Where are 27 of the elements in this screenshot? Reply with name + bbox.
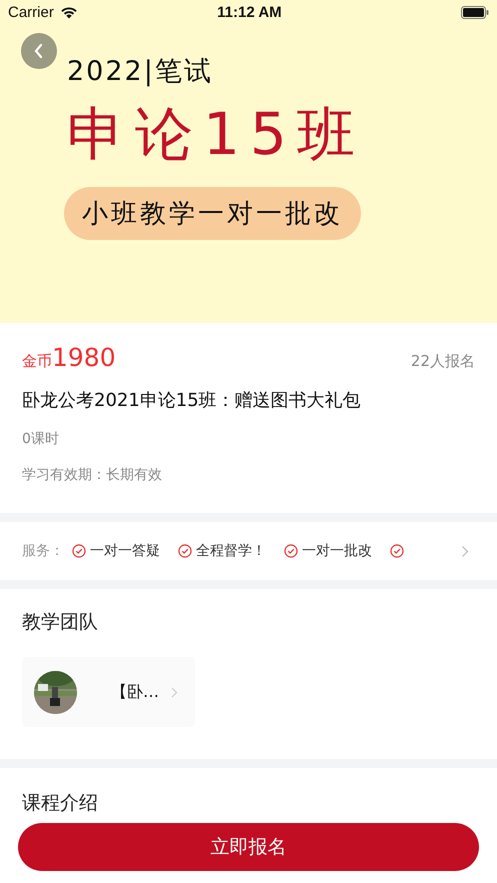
back-button[interactable] [21, 33, 57, 69]
section-title: 教学团队 [22, 610, 99, 635]
back-icon [33, 43, 45, 59]
services-label: 服务： [22, 542, 64, 560]
teacher-card[interactable]: 【卧… [22, 657, 195, 727]
banner-tagline: 小班教学一对一批改 [64, 186, 361, 240]
chevron-right-icon [171, 686, 178, 698]
banner-subtitle: 2022|笔试 [67, 55, 214, 89]
banner-title: 申论15班 [67, 103, 366, 167]
lesson-count: 0课时 [22, 430, 60, 448]
chevron-right-icon[interactable] [461, 544, 469, 558]
course-title: 卧龙公考2021申论15班：赠送图书大礼包 [22, 389, 362, 412]
service-item: 一对一答疑 [90, 542, 160, 560]
enroll-button[interactable]: 立即报名 [18, 823, 479, 871]
status-time: 11:12 AM [216, 4, 283, 21]
enrolled-count: 22人报名 [410, 352, 475, 371]
check-circle-icon [178, 544, 192, 558]
check-circle-icon [284, 544, 298, 558]
price: 金币 1980 [22, 343, 116, 372]
wifi-icon [60, 6, 78, 19]
battery-icon [461, 6, 489, 19]
check-circle-icon [72, 544, 86, 558]
service-item: 全程督学！ [196, 542, 266, 560]
validity-text: 学习有效期：长期有效 [22, 466, 163, 484]
section-title: 课程介绍 [22, 791, 99, 816]
carrier-label: Carrier [8, 4, 54, 21]
service-item: 一对一批改 [302, 542, 372, 560]
